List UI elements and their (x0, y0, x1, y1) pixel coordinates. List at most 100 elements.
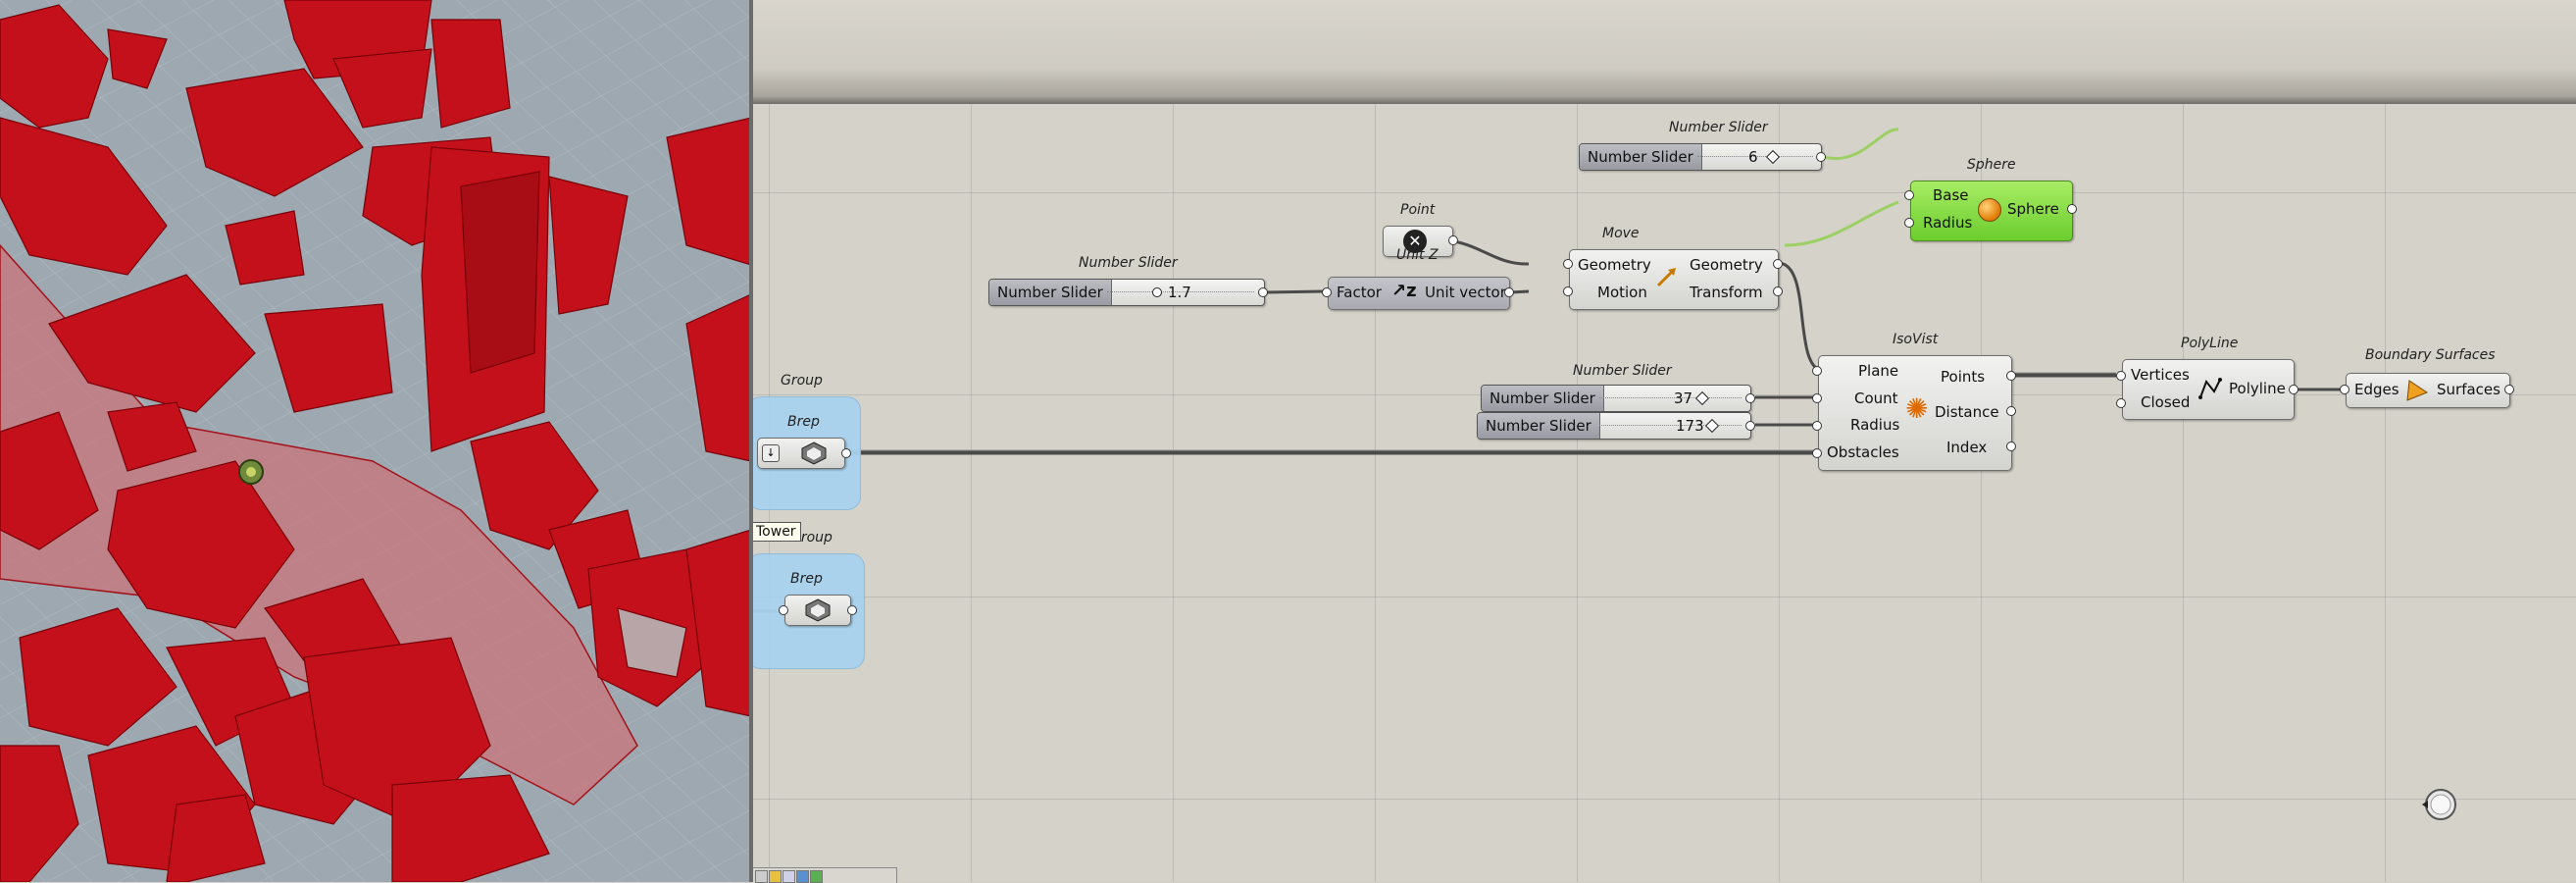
slider-6-title: Number Slider (1669, 120, 1768, 135)
move-geometry-out-port[interactable] (1773, 259, 1783, 269)
sphere-component[interactable]: Base Radius Sphere (1910, 181, 2073, 241)
slider-173-knob[interactable] (1704, 418, 1720, 434)
unit-z-icon: ↗z (1391, 281, 1417, 301)
move-title: Move (1602, 226, 1640, 241)
number-slider-1-7[interactable]: Number Slider 1.7 (988, 279, 1265, 306)
slider-37-knob[interactable] (1694, 390, 1710, 406)
brep-2-title: Brep (790, 571, 823, 587)
isovist-count-port[interactable] (1812, 393, 1822, 403)
boundary-title: Boundary Surfaces (2365, 347, 2496, 363)
toolbar-button-4[interactable] (796, 870, 809, 883)
isovist-plane-port[interactable] (1812, 366, 1822, 376)
isovist-obstacles-port[interactable] (1812, 448, 1822, 458)
boundary-surfaces-component[interactable]: Edges Surfaces (2346, 373, 2510, 408)
isovist-distance-port[interactable] (2006, 406, 2016, 416)
unitz-output-port[interactable] (1504, 287, 1514, 297)
slider-173-output[interactable] (1745, 421, 1755, 431)
group-1-title: Group (781, 373, 823, 389)
boundary-surface-icon (2406, 380, 2429, 401)
boundary-edges-port[interactable] (2340, 385, 2349, 394)
internalise-arrow-icon: ↓ (762, 444, 780, 462)
number-slider-6[interactable]: Number Slider 6 (1579, 143, 1822, 171)
unitz-input-factor: Factor (1337, 284, 1382, 301)
move-output-geometry: Geometry (1690, 256, 1763, 274)
brep-2-output[interactable] (847, 605, 857, 615)
unitz-output-unit-vector: Unit vector (1425, 284, 1506, 301)
grasshopper-canvas[interactable]: Group Brep ↓ Group Brep Number Slider Nu… (753, 0, 2576, 882)
toolbar-button-3[interactable] (783, 870, 795, 883)
move-motion-in-port[interactable] (1563, 286, 1573, 296)
brep-icon (805, 598, 831, 622)
sphere-input-base: Base (1933, 186, 1969, 204)
move-input-geometry: Geometry (1578, 256, 1651, 274)
move-arrow-icon (1656, 268, 1676, 287)
sphere-base-port[interactable] (1904, 190, 1914, 200)
point-title: Point (1400, 202, 1436, 218)
canvas-toolbar (753, 867, 897, 883)
boundary-surfaces-port[interactable] (2504, 385, 2514, 394)
polyline-input-closed: Closed (2141, 393, 2191, 411)
isovist-points-port[interactable] (2006, 371, 2016, 381)
slider-37-value: 37 (1674, 390, 1693, 407)
slider-173-track (1599, 425, 1742, 428)
brep-param-2[interactable] (784, 595, 851, 626)
move-output-transform: Transform (1690, 284, 1763, 301)
polyline-vertices-port[interactable] (2116, 371, 2126, 381)
polyline-closed-port[interactable] (2116, 398, 2126, 408)
isovist-input-count: Count (1854, 390, 1898, 407)
slider-37-name: Number Slider (1482, 386, 1604, 411)
viewport-scene (0, 0, 751, 882)
number-slider-173[interactable]: Number Slider 173 (1477, 412, 1751, 440)
slider-37-track (1599, 397, 1742, 400)
toolbar-button-1[interactable] (755, 870, 768, 883)
unitz-factor-port[interactable] (1322, 287, 1332, 297)
point-output[interactable] (1448, 235, 1458, 245)
boundary-output-surfaces: Surfaces (2437, 381, 2500, 398)
slider-37-title: Number Slider (1573, 363, 1672, 379)
slider-17-knob[interactable] (1152, 287, 1162, 297)
toolbar-button-2[interactable] (769, 870, 782, 883)
brep-param-1[interactable]: ↓ (757, 438, 845, 469)
slider-37-output[interactable] (1745, 393, 1755, 403)
number-slider-37[interactable]: Number Slider 37 (1481, 385, 1751, 412)
isovist-output-points: Points (1941, 368, 1986, 386)
isovist-component[interactable]: Plane Count Radius Obstacles ✺ Points Di… (1818, 355, 2012, 471)
slider-173-value: 173 (1676, 417, 1704, 435)
canvas-navigation-widget[interactable] (2420, 786, 2457, 823)
isovist-output-distance: Distance (1935, 403, 1999, 421)
toolbar-button-5[interactable] (810, 870, 823, 883)
brep-1-output[interactable] (841, 448, 851, 458)
move-transform-out-port[interactable] (1773, 286, 1783, 296)
slider-17-output[interactable] (1258, 287, 1268, 297)
slider-17-title: Number Slider (1079, 255, 1178, 271)
slider-6-name: Number Slider (1580, 144, 1702, 170)
sphere-input-radius: Radius (1923, 214, 1973, 232)
unit-z-component[interactable]: Factor ↗z Unit vector (1328, 277, 1510, 310)
slider-17-name: Number Slider (989, 280, 1112, 305)
polyline-output: Polyline (2229, 380, 2286, 397)
slider-6-output[interactable] (1816, 152, 1826, 162)
isovist-radius-port[interactable] (1812, 421, 1822, 431)
isovist-index-port[interactable] (2006, 442, 2016, 451)
brep-2-input[interactable] (779, 605, 788, 615)
rhino-viewport[interactable] (0, 0, 751, 882)
isovist-output-index: Index (1946, 439, 1988, 456)
slider-6-knob[interactable] (1765, 149, 1781, 165)
isovist-title: IsoVist (1893, 332, 1939, 347)
isovist-star-icon: ✺ (1905, 392, 1929, 425)
move-input-motion: Motion (1597, 284, 1647, 301)
sphere-icon (1978, 198, 2001, 222)
sphere-radius-port[interactable] (1904, 218, 1914, 228)
move-component[interactable]: Geometry Motion Geometry Transform (1569, 249, 1779, 310)
sphere-output-port[interactable] (2067, 204, 2077, 214)
move-geometry-in-port[interactable] (1563, 259, 1573, 269)
slider-17-value: 1.7 (1168, 284, 1191, 301)
polyline-component[interactable]: Vertices Closed Polyline (2122, 359, 2295, 420)
brep-icon (801, 442, 827, 465)
isovist-input-obstacles: Obstacles (1827, 443, 1899, 461)
polyline-output-port[interactable] (2289, 385, 2298, 394)
isovist-input-plane: Plane (1858, 362, 1899, 380)
tower-point[interactable] (238, 459, 264, 485)
boundary-input-edges: Edges (2354, 381, 2399, 398)
polyline-input-vertices: Vertices (2131, 366, 2190, 384)
